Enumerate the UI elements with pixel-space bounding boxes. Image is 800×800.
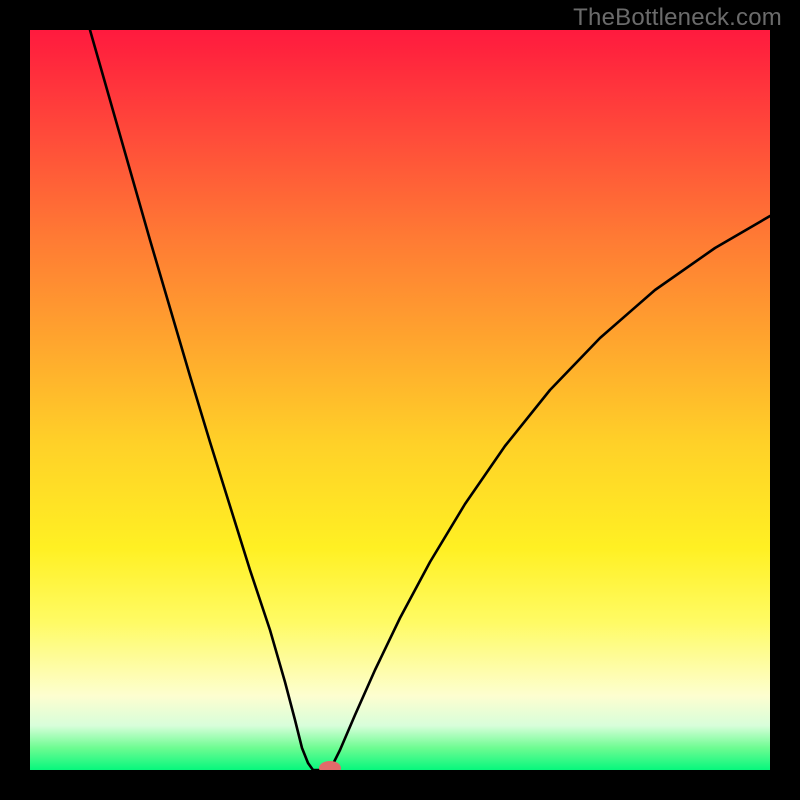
watermark-text: TheBottleneck.com bbox=[573, 4, 782, 32]
plot-area bbox=[30, 30, 770, 770]
chart-frame: TheBottleneck.com bbox=[0, 0, 800, 800]
curve-svg bbox=[30, 30, 770, 770]
minimum-marker bbox=[319, 761, 341, 770]
bottleneck-curve bbox=[90, 30, 770, 770]
